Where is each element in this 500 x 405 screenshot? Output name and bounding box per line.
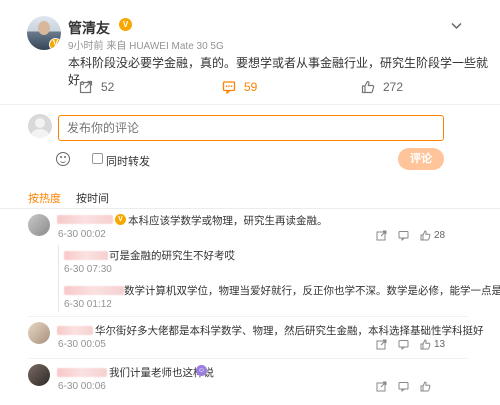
- member-badge-icon: V: [119, 18, 132, 31]
- commenter-name[interactable]: [57, 368, 107, 377]
- comment-time: 6-30 00:05: [58, 339, 106, 350]
- current-user-avatar: [28, 114, 52, 138]
- repost-checkbox-label: 同时转发: [106, 156, 150, 168]
- divider: [0, 104, 500, 105]
- like-icon[interactable]: [420, 339, 431, 350]
- chevron-down-icon[interactable]: [451, 18, 462, 33]
- reply-time: 6-30 01:12: [64, 299, 112, 310]
- repost-count: 52: [101, 80, 115, 94]
- like-icon: [361, 80, 375, 94]
- comment-like-count: 28: [434, 230, 446, 241]
- sort-by-hot-tab[interactable]: 按热度: [28, 190, 61, 206]
- like-icon[interactable]: [420, 230, 431, 241]
- comment-text: 华尔街好多大佬都是本科学数学、物理，然后研究生金融，本科选择基础性学科挺好: [95, 325, 484, 337]
- repost-icon: [79, 80, 93, 94]
- commenter-avatar[interactable]: [28, 214, 50, 236]
- reply-text: 数学计算机双学位，物理当爱好就行，反正你也学不深。数学是必修，能学一点是一点: [124, 285, 500, 297]
- author-avatar[interactable]: V: [27, 16, 61, 50]
- commenter-avatar[interactable]: [28, 364, 50, 386]
- emoji-icon[interactable]: [56, 152, 70, 166]
- member-badge-icon: V: [115, 214, 126, 225]
- reply-icon[interactable]: [398, 381, 409, 393]
- commenter-name[interactable]: [57, 215, 113, 224]
- repost-checkbox[interactable]: [92, 153, 103, 164]
- comment-count: 59: [244, 80, 258, 94]
- repost-button[interactable]: 52: [79, 80, 114, 94]
- replier-name[interactable]: [64, 286, 124, 295]
- comment-icon: [222, 81, 236, 94]
- commenter-name[interactable]: [57, 326, 93, 335]
- post-meta: 9小时前 来自 HUAWEI Mate 30 5G: [68, 41, 224, 52]
- emoji-icon: ☺: [196, 365, 207, 376]
- post-actions: 52 59 272: [0, 78, 500, 100]
- vip-badge-icon: V: [49, 38, 61, 50]
- reply-text: 可是金融的研究生不好考哎: [109, 250, 235, 262]
- post-header: V 管清友 V 9小时前 来自 HUAWEI Mate 30 5G: [22, 14, 482, 54]
- like-icon[interactable]: [420, 381, 431, 392]
- divider: [28, 316, 468, 317]
- like-count: 272: [383, 80, 404, 94]
- sort-by-time-tab[interactable]: 按时间: [76, 190, 109, 206]
- share-icon[interactable]: [376, 230, 387, 241]
- like-button[interactable]: 272: [361, 80, 403, 94]
- submit-comment-button[interactable]: 评论: [398, 148, 444, 170]
- tab-divider: [0, 208, 500, 209]
- reply-icon[interactable]: [398, 230, 409, 242]
- divider: [28, 358, 468, 359]
- comment-text: 本科应该学数学或物理，研究生再读金融。: [128, 215, 328, 227]
- author-name[interactable]: 管清友: [68, 18, 110, 38]
- comment-time: 6-30 00:06: [58, 381, 106, 392]
- comment-button[interactable]: 59: [222, 80, 257, 94]
- comment-like-count: 13: [434, 339, 446, 350]
- comment-input[interactable]: [58, 115, 444, 141]
- comment-time: 6-30 00:02: [58, 229, 106, 240]
- reply-icon[interactable]: [398, 339, 409, 351]
- commenter-avatar[interactable]: [28, 322, 50, 344]
- share-icon[interactable]: [376, 381, 387, 392]
- reply-time: 6-30 07:30: [64, 264, 112, 275]
- replier-name[interactable]: [64, 251, 108, 260]
- share-icon[interactable]: [376, 339, 387, 350]
